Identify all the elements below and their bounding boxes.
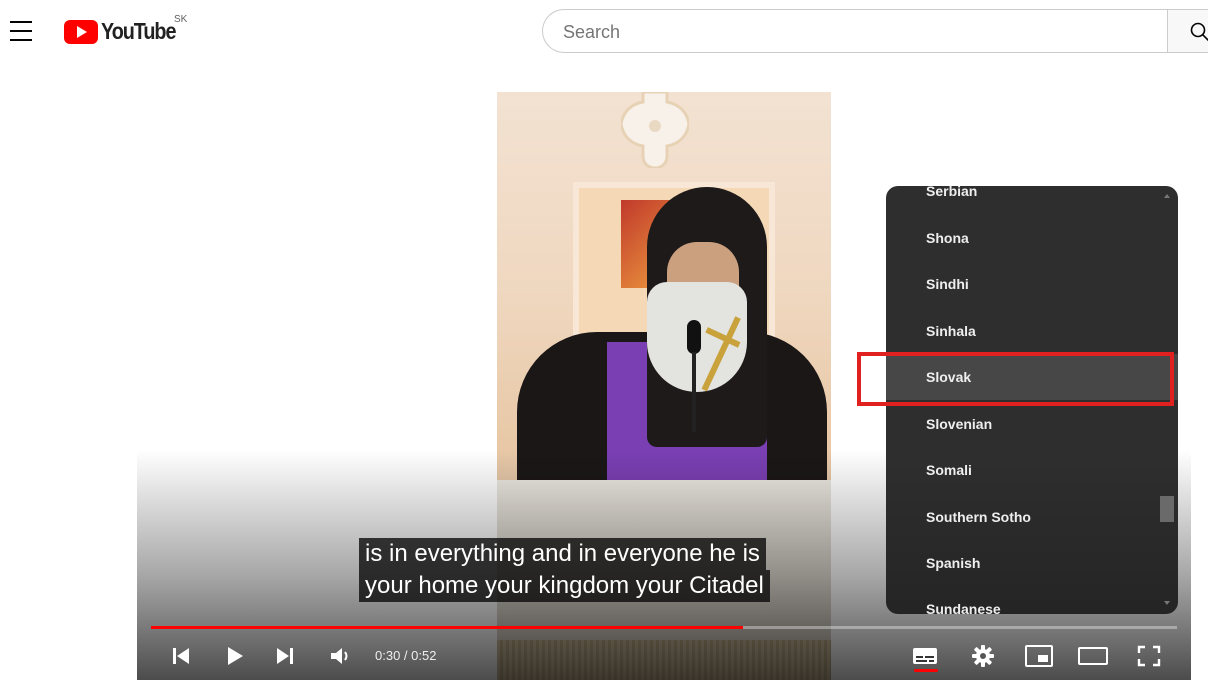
caption-line: your home your kingdom your Citadel (359, 570, 770, 602)
logo-text: YouTube (101, 18, 176, 44)
menu-item-sundanese[interactable]: Sundanese (886, 586, 1178, 614)
theater-mode-icon (1078, 647, 1108, 665)
menu-item-southern-sotho[interactable]: Southern Sotho (886, 494, 1178, 540)
menu-scrollbar-thumb[interactable] (1160, 496, 1174, 522)
subtitles-button[interactable] (905, 640, 945, 672)
miniplayer-icon (1025, 645, 1053, 667)
next-button[interactable] (265, 640, 305, 672)
time-display: 0:30 / 0:52 (375, 648, 437, 663)
menu-item-sinhala[interactable]: Sinhala (886, 308, 1178, 354)
search-icon (1190, 22, 1208, 42)
theater-mode-button[interactable] (1073, 640, 1113, 672)
search-input[interactable] (561, 10, 1145, 54)
gear-icon (972, 645, 994, 667)
previous-icon (173, 648, 189, 664)
microphone-and-cross (687, 316, 741, 432)
search-box (542, 9, 1168, 54)
play-button[interactable] (215, 640, 255, 672)
fullscreen-button[interactable] (1129, 640, 1169, 672)
previous-button[interactable] (161, 640, 201, 672)
menu-item-slovenian[interactable]: Slovenian (886, 401, 1178, 447)
volume-icon (331, 648, 348, 664)
progress-bar[interactable] (151, 626, 1177, 629)
player-controls: 0:30 / 0:52 (137, 632, 1191, 680)
caption-line: is in everything and in everyone he is (359, 538, 766, 570)
subtitles-icon (913, 648, 937, 664)
miniplayer-button[interactable] (1019, 640, 1059, 672)
progress-bar-played (151, 626, 743, 629)
fullscreen-icon (1137, 645, 1161, 667)
search-button[interactable] (1167, 9, 1208, 53)
menu-item-sindhi[interactable]: Sindhi (886, 261, 1178, 307)
masthead: YouTube SK (0, 0, 1208, 64)
volume-button[interactable] (321, 640, 361, 672)
play-icon (228, 647, 243, 665)
menu-item-shona[interactable]: Shona (886, 215, 1178, 261)
scroll-up-arrow-icon[interactable] (1164, 194, 1170, 198)
menu-item-spanish[interactable]: Spanish (886, 540, 1178, 586)
youtube-play-logo-icon (64, 19, 98, 44)
hamburger-menu-icon[interactable] (10, 18, 36, 44)
youtube-logo[interactable]: YouTube (64, 18, 188, 45)
ceiling-cross-ornament (621, 92, 689, 168)
country-code: SK (174, 14, 188, 25)
settings-button[interactable] (963, 640, 1003, 672)
next-icon (277, 648, 293, 664)
subtitles-active-indicator (914, 669, 938, 672)
scroll-down-arrow-icon[interactable] (1164, 601, 1170, 605)
menu-item-serbian[interactable]: Serbian (886, 186, 1178, 214)
menu-item-somali[interactable]: Somali (886, 447, 1178, 493)
selection-highlight-outline (857, 352, 1174, 406)
